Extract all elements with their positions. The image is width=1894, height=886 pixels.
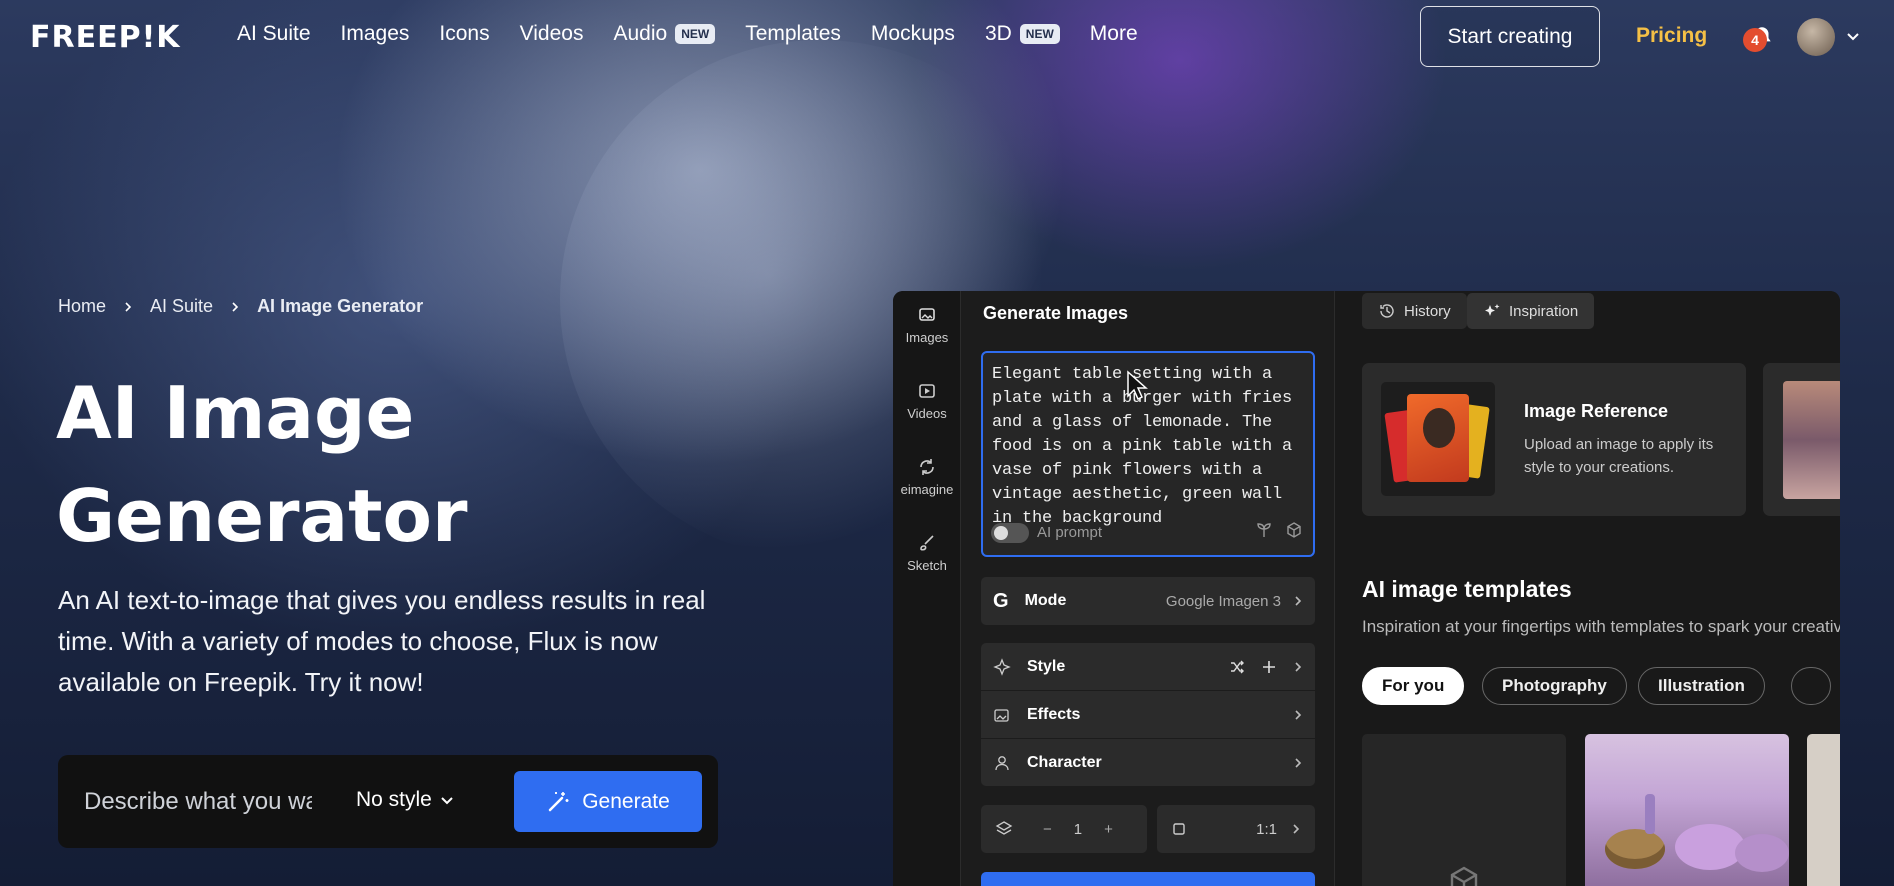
reference-title: Image Reference <box>1524 401 1669 421</box>
plus-icon[interactable] <box>1261 659 1277 675</box>
cube-icon[interactable] <box>1285 521 1303 539</box>
notifications-button[interactable]: 4 <box>1743 24 1773 52</box>
mode-selector[interactable]: G Mode Google Imagen 3 <box>981 577 1315 625</box>
inspiration-area: History Inspiration Image Reference Uplo… <box>1335 291 1840 886</box>
templates-description: Inspiration at your fingertips with temp… <box>1362 617 1840 636</box>
quick-generate-bar: No style Generate <box>58 755 718 848</box>
nav-3d[interactable]: 3D NEW <box>985 22 1060 46</box>
style-row[interactable]: Style <box>981 643 1315 691</box>
sidebar-item-videos[interactable]: Videos <box>893 381 961 421</box>
style-dropdown[interactable]: No style <box>356 788 454 812</box>
top-navigation: FREEP!K AI Suite Images Icons Videos Aud… <box>0 0 1894 72</box>
chevron-right-icon <box>1295 758 1302 768</box>
mouse-cursor-icon <box>1127 370 1148 401</box>
prompt-input[interactable] <box>84 783 312 821</box>
nav-icons[interactable]: Icons <box>439 22 489 46</box>
new-badge: NEW <box>675 24 716 44</box>
brush-icon <box>893 533 961 553</box>
reference-thumbnail <box>1381 382 1495 496</box>
minus-icon[interactable]: − <box>1043 821 1052 838</box>
avatar[interactable] <box>1797 18 1835 56</box>
start-creating-button[interactable]: Start creating <box>1420 6 1600 67</box>
chevron-right-icon <box>1293 824 1300 834</box>
page-title: AI Image Generator <box>56 371 468 558</box>
nav-mockups[interactable]: Mockups <box>871 22 955 46</box>
breadcrumb-current: AI Image Generator <box>257 296 424 316</box>
tab-inspiration[interactable]: Inspiration <box>1467 293 1595 329</box>
chip-photography[interactable]: Photography <box>1482 667 1627 705</box>
new-badge: NEW <box>1019 24 1060 44</box>
sidebar-item-reimagine[interactable]: eimagine <box>893 457 961 497</box>
image-count: 1 <box>1073 820 1083 838</box>
nav-images[interactable]: Images <box>341 22 410 46</box>
nav-ai-suite[interactable]: AI Suite <box>237 22 311 46</box>
templates-title: AI image templates <box>1362 576 1572 602</box>
effects-row[interactable]: Effects <box>981 691 1315 739</box>
chevron-right-icon <box>1295 709 1302 720</box>
notification-count-badge: 4 <box>1743 28 1767 52</box>
generate-button[interactable]: Generate <box>514 771 702 832</box>
aspect-ratio-value: 1:1 <box>1256 820 1277 838</box>
tool-sidebar: Images Videos eimagine Sketch <box>893 291 961 886</box>
freepik-logo[interactable]: FREEP!K <box>30 20 181 55</box>
image-count-stepper[interactable]: − 1 + <box>981 805 1147 853</box>
nav-more[interactable]: More <box>1090 22 1138 46</box>
chevron-right-icon <box>229 301 241 313</box>
sprout-icon[interactable] <box>1255 521 1273 539</box>
sidebar-item-images[interactable]: Images <box>893 305 961 345</box>
character-row[interactable]: Character <box>981 739 1315 787</box>
plus-icon[interactable]: + <box>1104 821 1113 838</box>
google-icon: G <box>993 589 1009 612</box>
magic-wand-icon <box>548 791 569 811</box>
images-icon <box>893 305 961 325</box>
chip-more[interactable] <box>1791 667 1831 705</box>
image-reference-card[interactable]: Image Reference Upload an image to apply… <box>1362 363 1746 516</box>
cube-icon <box>1450 866 1478 886</box>
app-preview: Images Videos eimagine Sketch Generate I… <box>893 291 1840 886</box>
chevron-right-icon <box>1293 595 1303 607</box>
layers-icon <box>995 821 1013 835</box>
form-generate-button[interactable] <box>981 872 1315 886</box>
pricing-link[interactable]: Pricing <box>1636 24 1707 48</box>
ai-prompt-toggle[interactable] <box>991 523 1029 543</box>
style-sparkle-icon <box>993 657 1011 676</box>
aspect-ratio-selector[interactable]: 1:1 <box>1157 805 1315 853</box>
square-icon <box>1173 823 1185 835</box>
tab-history[interactable]: History <box>1362 293 1467 329</box>
breadcrumb-ai-suite[interactable]: AI Suite <box>150 296 213 317</box>
effects-icon <box>994 708 1009 722</box>
sidebar-item-sketch[interactable]: Sketch <box>893 533 961 573</box>
breadcrumb: Home AI Suite AI Image Generator <box>58 296 423 317</box>
main-nav: AI Suite Images Icons Videos Audio NEW Te… <box>237 22 1168 46</box>
nav-videos[interactable]: Videos <box>520 22 584 46</box>
template-thumbnail-partial[interactable] <box>1807 734 1840 886</box>
form-title: Generate Images <box>983 303 1129 323</box>
person-icon <box>995 756 1009 771</box>
video-icon <box>893 381 961 401</box>
nav-audio[interactable]: Audio NEW <box>613 22 716 46</box>
settings-group: Style Effects Character <box>981 643 1315 786</box>
next-reference-card[interactable] <box>1763 363 1840 516</box>
chevron-right-icon <box>1295 661 1302 672</box>
sparkle-icon <box>1485 304 1500 316</box>
ai-prompt-label: AI prompt <box>1037 524 1103 541</box>
nav-templates[interactable]: Templates <box>745 22 841 46</box>
mode-value: Google Imagen 3 <box>1165 592 1281 610</box>
chip-for-you[interactable]: For you <box>1362 667 1465 705</box>
template-thumbnail-empty[interactable] <box>1362 734 1566 886</box>
breadcrumb-home[interactable]: Home <box>58 296 106 317</box>
chevron-right-icon <box>122 301 134 313</box>
hero-description: An AI text-to-image that gives you endle… <box>58 585 706 697</box>
history-icon <box>1380 304 1394 318</box>
chip-illustration[interactable]: Illustration <box>1638 667 1765 705</box>
reference-description: Upload an image to apply its style to yo… <box>1524 436 1714 476</box>
reimagine-icon <box>893 457 961 477</box>
chevron-down-icon[interactable] <box>1845 28 1861 44</box>
template-thumbnail-donuts[interactable] <box>1585 734 1789 886</box>
chevron-down-icon <box>441 797 453 805</box>
shuffle-icon[interactable] <box>1229 659 1245 675</box>
